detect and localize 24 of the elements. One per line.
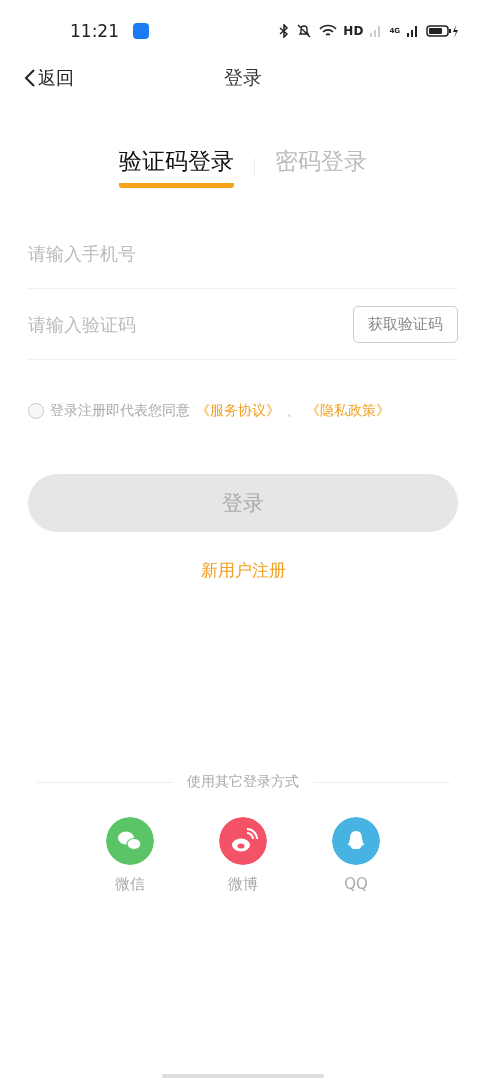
other-login-title: 使用其它登录方式 — [187, 773, 299, 791]
battery-charging-icon — [426, 24, 458, 38]
bluetooth-icon — [279, 24, 290, 38]
social-login-button[interactable]: 微博 — [219, 817, 267, 894]
get-code-button[interactable]: 获取验证码 — [353, 305, 458, 343]
chevron-left-icon — [24, 68, 36, 88]
register-link[interactable]: 新用户注册 — [194, 558, 292, 583]
agreement-checkbox[interactable] — [28, 403, 44, 419]
back-button[interactable]: 返回 — [24, 66, 74, 90]
agreement-text: 登录注册即代表您同意 — [50, 402, 190, 420]
service-agreement-link[interactable]: 《服务协议》 — [196, 402, 280, 420]
login-tab[interactable]: 验证码登录 — [119, 146, 234, 188]
page-title: 登录 — [224, 66, 262, 88]
privacy-policy-link[interactable]: 《隐私政策》 — [306, 402, 390, 420]
signal-icon — [406, 24, 420, 38]
status-time: 11:21 — [70, 21, 119, 41]
separator-text: 、 — [286, 402, 300, 420]
social-login-button[interactable]: QQ — [332, 817, 380, 894]
hd-indicator: HD — [343, 24, 364, 38]
code-input-field[interactable]: 请输入验证码 — [28, 313, 345, 335]
phone-input-field[interactable]: 请输入手机号 — [28, 242, 458, 264]
login-tab[interactable]: 密码登录 — [275, 146, 367, 188]
wifi-icon — [319, 24, 338, 38]
social-login-button[interactable]: 微信 — [106, 817, 154, 894]
